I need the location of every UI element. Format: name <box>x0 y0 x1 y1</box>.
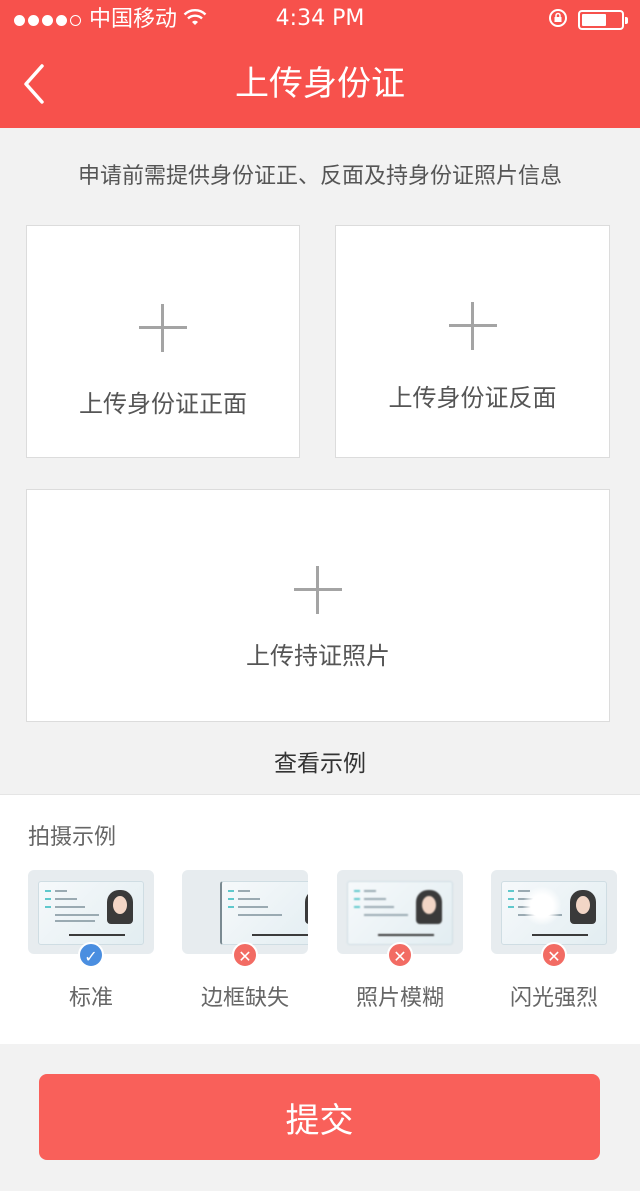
id-card-image <box>38 881 144 945</box>
id-field-line <box>55 914 99 916</box>
id-card-image <box>347 881 453 945</box>
id-field-mark <box>508 890 514 892</box>
id-number-line <box>532 934 588 936</box>
portrait-image <box>416 890 442 924</box>
close-icon: ✕ <box>541 942 567 968</box>
portrait-image <box>305 890 308 924</box>
id-field-mark <box>228 906 234 908</box>
id-field-mark <box>354 906 360 908</box>
check-icon: ✓ <box>78 942 104 968</box>
id-field-mark <box>228 890 234 892</box>
id-card-image <box>501 881 607 945</box>
status-bar: 中国移动 4:34 PM <box>0 0 640 40</box>
id-field-line <box>364 890 376 892</box>
id-field-line <box>238 906 268 908</box>
upload-id-back-card[interactable]: 上传身份证反面 <box>335 225 610 458</box>
id-field-mark <box>354 898 360 900</box>
id-card-image <box>220 881 308 945</box>
id-field-line <box>55 920 95 922</box>
id-field-line <box>364 914 408 916</box>
battery-level <box>582 14 606 26</box>
view-example-link[interactable]: 查看示例 <box>0 744 640 778</box>
id-field-line <box>518 906 548 908</box>
portrait-image <box>107 890 133 924</box>
id-number-line <box>252 934 308 936</box>
id-field-line <box>364 906 394 908</box>
id-field-line <box>518 914 562 916</box>
id-field-mark <box>45 906 51 908</box>
example-label: 标准 <box>68 986 113 1011</box>
plus-icon <box>139 304 187 352</box>
status-time: 4:34 PM <box>275 6 365 31</box>
id-field-line <box>518 890 530 892</box>
id-field-line <box>55 898 77 900</box>
submit-button[interactable]: 提交 <box>39 1074 600 1160</box>
id-number-line <box>378 934 434 936</box>
examples-title: 拍摄示例 <box>28 825 117 850</box>
nav-bar: 上传身份证 <box>0 40 640 128</box>
id-field-mark <box>45 890 51 892</box>
id-field-mark <box>508 898 514 900</box>
plus-icon <box>294 566 342 614</box>
upload-id-back-label: 上传身份证反面 <box>388 384 557 412</box>
example-label: 照片模糊 <box>355 986 444 1011</box>
id-field-mark <box>508 906 514 908</box>
example-label: 闪光强烈 <box>509 986 598 1011</box>
upload-id-front-label: 上传身份证正面 <box>79 390 247 418</box>
id-field-line <box>55 890 67 892</box>
upload-id-front-card[interactable]: 上传身份证正面 <box>26 225 300 458</box>
example-glare: ✕ 闪光强烈 <box>491 870 617 1011</box>
id-field-line <box>238 890 250 892</box>
id-field-line <box>364 898 386 900</box>
id-field-line <box>238 914 282 916</box>
upload-holding-photo-label: 上传持证照片 <box>246 642 390 670</box>
status-right <box>548 8 628 32</box>
id-field-line <box>518 898 540 900</box>
id-number-line <box>69 934 125 936</box>
upload-holding-photo-card[interactable]: 上传持证照片 <box>26 489 610 722</box>
id-field-mark <box>228 898 234 900</box>
battery-icon <box>578 10 628 30</box>
example-blurry: ✕ 照片模糊 <box>337 870 463 1011</box>
portrait-image <box>570 890 596 924</box>
close-icon: ✕ <box>387 942 413 968</box>
rotation-lock-icon <box>548 8 568 32</box>
id-field-mark <box>354 890 360 892</box>
example-missing-frame: ✕ 边框缺失 <box>182 870 308 1011</box>
intro-text: 申请前需提供身份证正、反面及持身份证照片信息 <box>77 164 562 189</box>
id-field-mark <box>45 898 51 900</box>
example-label: 边框缺失 <box>200 986 289 1011</box>
id-field-line <box>238 898 260 900</box>
examples-panel: 拍摄示例 ✓ 标准 ✕ 边框缺失 ✕ 照片模糊 ✕ 闪光强烈 <box>0 794 640 1044</box>
id-field-line <box>55 906 85 908</box>
close-icon: ✕ <box>232 942 258 968</box>
example-standard: ✓ 标准 <box>28 870 154 1011</box>
page-title: 上传身份证 <box>235 64 405 104</box>
plus-icon <box>448 302 497 350</box>
